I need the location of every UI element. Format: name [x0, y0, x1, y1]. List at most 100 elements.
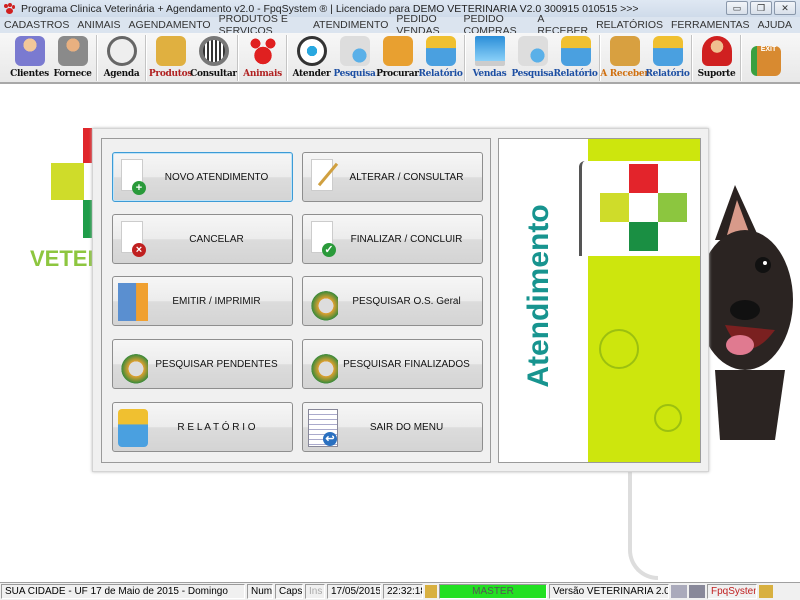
atendimento-banner: Atendimento: [498, 138, 701, 463]
close-button[interactable]: ✕: [774, 1, 796, 15]
menu-agendamento[interactable]: AGENDAMENTO: [129, 19, 211, 31]
label: Agenda: [103, 69, 140, 79]
exit-door-icon: EXIT: [750, 46, 781, 76]
toolbar-atender[interactable]: Atender: [290, 33, 333, 83]
paw-plus-icon: [296, 36, 327, 66]
relatorio-button[interactable]: R E L A T Ó R I O: [112, 402, 293, 452]
status-num: Num: [247, 584, 273, 599]
support-agent-icon: [701, 36, 732, 66]
dog-image: [705, 185, 793, 440]
search-doc-icon: [517, 36, 548, 66]
printer-icon: [425, 36, 456, 66]
toolbar-pesquisa-vendas[interactable]: Pesquisa: [511, 33, 554, 83]
cancel-document-icon: ×: [118, 221, 148, 259]
pesquisar-finalizados-button[interactable]: PESQUISAR FINALIZADOS: [302, 339, 483, 389]
label: Relatório: [553, 69, 598, 79]
cancelar-button[interactable]: × CANCELAR: [112, 214, 293, 264]
menu-ajuda[interactable]: AJUDA: [758, 19, 792, 31]
label: Suporte: [697, 69, 736, 79]
toolbar-produtos[interactable]: Produtos: [149, 33, 192, 83]
minimize-button[interactable]: ▭: [726, 1, 748, 15]
label: Pesquisa: [333, 69, 376, 79]
menu-relatorios[interactable]: RELATÓRIOS: [596, 19, 663, 31]
label: Relatório: [645, 69, 690, 79]
alterar-consultar-button[interactable]: ALTERAR / CONSULTAR: [302, 152, 483, 202]
user-icon: [425, 585, 437, 598]
boxes-icon: [155, 36, 186, 66]
barcode-icon: [198, 36, 229, 66]
toolbar-relatorio-vendas[interactable]: Relatório: [553, 33, 598, 83]
pesquisar-pendentes-button[interactable]: PESQUISAR PENDENTES: [112, 339, 293, 389]
edit-pencil-icon: [308, 159, 339, 197]
status-bar: SUA CIDADE - UF 17 de Maio de 2015 - Dom…: [0, 582, 800, 600]
monitor-icon[interactable]: [689, 585, 705, 598]
menu-ferramentas[interactable]: FERRAMENTAS: [671, 19, 750, 31]
toolbar-vendas[interactable]: Vendas: [468, 33, 511, 83]
novo-atendimento-button[interactable]: + NOVO ATENDIMENTO: [112, 152, 293, 202]
menu-animais[interactable]: ANIMAIS: [77, 19, 120, 31]
label: Produtos: [148, 69, 193, 79]
status-version: Versão VETERINARIA 2.0: [549, 584, 669, 599]
toolbar-clientes[interactable]: Clientes: [8, 33, 51, 83]
file-drawer-icon: [382, 36, 413, 66]
printer-icon: [118, 409, 148, 447]
label: Animais: [243, 69, 282, 79]
printer-icon: [560, 36, 591, 66]
person-icon: [57, 36, 88, 66]
new-document-icon: +: [118, 159, 148, 197]
status-brand: FpqSystem: [707, 584, 757, 599]
search-chart-icon: [308, 283, 338, 321]
status-date: 17/05/2015: [327, 584, 381, 599]
menu-bar: CADASTROS ANIMAIS AGENDAMENTO PRODUTOS E…: [0, 13, 800, 37]
separator: [740, 35, 742, 81]
toolbar-suporte[interactable]: Suporte: [695, 33, 738, 83]
pets-emblem-icon: [654, 404, 682, 432]
toolbar: Clientes Fornece Agenda Produtos Consult…: [0, 33, 800, 84]
exit-list-icon: ↩: [308, 409, 338, 447]
printer-icon: [652, 36, 683, 66]
toolbar-procurar[interactable]: Procurar: [376, 33, 419, 83]
finalizar-concluir-button[interactable]: ✓ FINALIZAR / CONCLUIR: [302, 214, 483, 264]
toolbar-fornece[interactable]: Fornece: [51, 33, 94, 83]
search-doc-icon: [339, 36, 370, 66]
stethoscope-image: [628, 472, 658, 580]
separator: [145, 35, 147, 81]
emitir-imprimir-button[interactable]: EMITIR / IMPRIMIR: [112, 276, 293, 326]
users-icon: [14, 36, 45, 66]
background-logo-text: VETERINARIA: [30, 246, 92, 271]
pesquisar-os-geral-button[interactable]: PESQUISAR O.S. Geral: [302, 276, 483, 326]
label: Clientes: [10, 69, 49, 79]
menu-cadastros[interactable]: CADASTROS: [4, 19, 69, 31]
separator: [691, 35, 693, 81]
menu-atendimento[interactable]: ATENDIMENTO: [313, 19, 388, 31]
restore-button[interactable]: ❐: [750, 1, 772, 15]
label: Pesquisa: [511, 69, 554, 79]
banner-title: Atendimento: [522, 204, 555, 388]
search-chart-icon: [118, 346, 148, 384]
label: Fornece: [53, 69, 92, 79]
toolbar-agenda[interactable]: Agenda: [100, 33, 143, 83]
toolbar-consultar[interactable]: Consultar: [190, 33, 237, 83]
toolbar-pesquisa[interactable]: Pesquisa: [333, 33, 376, 83]
separator: [286, 35, 288, 81]
check-document-icon: ✓: [308, 221, 338, 259]
sair-do-menu-button[interactable]: ↩ SAIR DO MENU: [302, 402, 483, 452]
atendimento-dialog: + NOVO ATENDIMENTO ALTERAR / CONSULTAR × C…: [92, 128, 709, 472]
separator: [96, 35, 98, 81]
printer-icon[interactable]: [671, 585, 687, 598]
toolbar-a-receber[interactable]: A Receber: [600, 33, 649, 83]
toolbar-relatorio[interactable]: Relatório: [418, 33, 463, 83]
toolbar-exit[interactable]: EXIT: [744, 33, 787, 83]
label: A Receber: [600, 69, 649, 79]
label: Procurar: [376, 69, 419, 79]
search-chart-icon: [308, 346, 338, 384]
pets-emblem-icon: [599, 329, 639, 369]
label: Atender: [292, 69, 331, 79]
label: Vendas: [472, 69, 507, 79]
paw-icon: [247, 36, 278, 66]
user-icon[interactable]: [759, 585, 773, 598]
print-person-icon: [118, 283, 148, 321]
toolbar-animais[interactable]: Animais: [241, 33, 284, 83]
separator: [237, 35, 239, 81]
toolbar-relatorio-receber[interactable]: Relatório: [645, 33, 690, 83]
